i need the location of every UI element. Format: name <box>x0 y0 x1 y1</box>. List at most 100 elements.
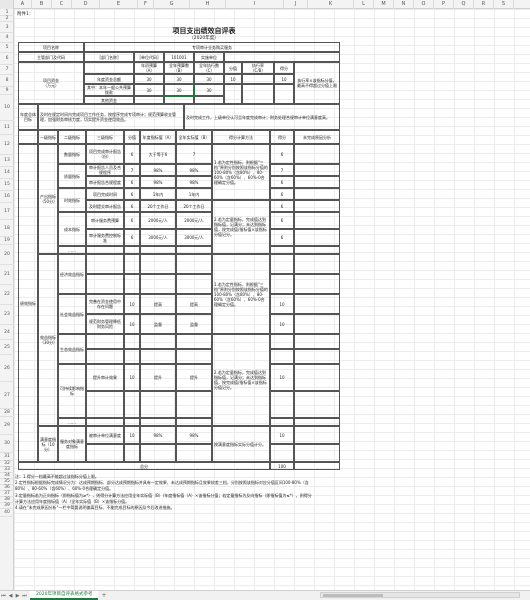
total-score-value[interactable]: 100 <box>270 462 294 470</box>
column-header-n[interactable]: N <box>394 0 414 9</box>
th-actual[interactable]: 全年实际值（B） <box>176 130 212 144</box>
output-dots[interactable]: …… <box>58 246 86 254</box>
r9-score[interactable]: 10 <box>124 314 140 334</box>
sustain-b-score[interactable] <box>124 391 140 418</box>
r3-actual[interactable]: 98% <box>176 176 212 188</box>
goal-actual[interactable]: 及时完成工作，上级单位认可且年度完成审计；财务处理合规审计单位满意度高。 <box>184 104 340 130</box>
env-a[interactable] <box>86 334 124 349</box>
fiscal-c[interactable]: 30 <box>194 84 224 96</box>
method-a[interactable]: 1.若为定性指标，则根据"三档"原则分别按照该指标分值的100-80%（含80%… <box>212 144 270 200</box>
r8-target[interactable]: 提高 <box>140 294 176 314</box>
r4-gain[interactable]: 6 <box>270 188 294 200</box>
row-header-18[interactable]: 18 <box>0 220 14 237</box>
r3-gain[interactable]: 6 <box>270 176 294 188</box>
r7-reason[interactable] <box>294 229 340 246</box>
row-header-19[interactable]: 19 <box>0 237 14 245</box>
row-header-22[interactable]: 22 <box>0 285 14 305</box>
method-e[interactable]: 按满意度指标实际分值计分。 <box>212 426 270 462</box>
social-label[interactable]: 社会效益指标 <box>58 294 86 334</box>
other-label[interactable]: 其他资金 <box>84 96 134 104</box>
fiscal-label[interactable]: 其中：本年一般公共预算拨款 <box>84 84 134 96</box>
benefit-dots-target[interactable] <box>140 418 176 426</box>
econ-a-gain[interactable] <box>270 254 294 274</box>
r2-score[interactable]: 7 <box>124 164 140 176</box>
dept-name[interactable]: [部门名称] <box>84 52 134 62</box>
total-gain[interactable]: 10 <box>274 74 294 84</box>
r3-score[interactable]: 6 <box>124 176 140 188</box>
last-sheet-icon[interactable]: ⏭ <box>21 592 28 600</box>
env-a-actual[interactable] <box>176 334 212 349</box>
r8-score[interactable]: 10 <box>124 294 140 314</box>
col-gain[interactable]: 得分 <box>274 62 294 74</box>
r8-name[interactable]: 完善在资金使用中存在问题 <box>86 294 124 314</box>
funds-blank[interactable] <box>84 62 134 74</box>
column-header-a[interactable]: A <box>14 0 32 9</box>
row-header-17[interactable]: 17 <box>0 203 14 220</box>
r11-reason[interactable] <box>294 426 340 444</box>
dept-code-label[interactable]: [单位代码] <box>134 52 164 62</box>
satisfy-b-reason[interactable] <box>294 444 340 462</box>
row-header-3[interactable]: 3 <box>0 22 14 33</box>
r6-score[interactable]: 6 <box>124 212 140 229</box>
r5-target[interactable]: 20个工作日 <box>140 200 176 212</box>
total-score-label[interactable]: 总分 <box>18 462 270 470</box>
fiscal-a[interactable]: 30 <box>134 84 164 96</box>
select-all-corner[interactable] <box>0 0 14 9</box>
next-sheet-icon[interactable]: ▶ <box>14 592 21 600</box>
row-header-26[interactable]: 26 <box>0 355 14 382</box>
row-header-13[interactable]: 13 <box>0 155 14 167</box>
row-header-29[interactable]: 29 <box>0 417 14 435</box>
env-label[interactable]: 生态效益指标 <box>58 334 86 364</box>
total-label[interactable]: 年度资金总额 <box>84 74 134 84</box>
r5-actual[interactable]: 20个工作日 <box>176 200 212 212</box>
r5-gain[interactable]: 6 <box>270 200 294 212</box>
econ-b-actual[interactable] <box>176 274 212 294</box>
row-header-5[interactable]: 5 <box>0 43 14 53</box>
exec-note[interactable]: 执行率×该指标分值，最高不得超过分值上限 <box>294 62 340 104</box>
fiscal-gain[interactable] <box>274 84 294 104</box>
sheet-tab[interactable]: 2020年项目自评表格式参考 <box>30 591 99 600</box>
column-header-p[interactable]: P <box>434 0 454 9</box>
col-full-budget[interactable]: 全年预算数 （B） <box>164 62 194 74</box>
benefit-dots[interactable]: …… <box>58 418 86 426</box>
r10-gain[interactable]: 10 <box>270 364 294 391</box>
other-b[interactable] <box>164 96 194 104</box>
goal-label[interactable]: 年度总体目标 <box>18 104 38 130</box>
r1-name[interactable]: 项目完成审计报告（份） <box>86 144 124 164</box>
th-reason[interactable]: 未完成原因分析 <box>294 130 340 144</box>
satisfy-label[interactable]: 满意度指标（10分） <box>38 426 58 462</box>
total-score[interactable]: 10 <box>224 74 242 84</box>
r11-target[interactable]: 98% <box>140 426 176 444</box>
benefit-label[interactable]: 效益指标（30分） <box>38 254 58 426</box>
r1-target[interactable]: 大于等于6 <box>140 144 176 164</box>
benefit-dots-reason[interactable] <box>294 418 340 426</box>
r6-name[interactable]: 审计服务费预算 <box>86 212 124 229</box>
r4-name[interactable]: 项目完成时间 <box>86 188 124 200</box>
r11-gain[interactable]: 10 <box>270 426 294 444</box>
col-exec-rate[interactable]: 执行率 （C/B） <box>242 62 274 74</box>
prev-sheet-icon[interactable]: ◀ <box>7 592 14 600</box>
other-c[interactable] <box>194 96 224 104</box>
row-header-7[interactable]: 7 <box>0 65 14 75</box>
qty-label[interactable]: 数量指标 <box>58 144 86 164</box>
fiscal-score[interactable] <box>224 84 242 104</box>
sustain-label[interactable]: 可持续影响指标 <box>58 364 86 418</box>
benefit-dots-gain[interactable] <box>270 418 294 426</box>
project-name[interactable]: 专项审计业务购买服务 <box>84 42 340 52</box>
econ-b-score[interactable] <box>124 274 140 294</box>
r2-gain[interactable]: 7 <box>270 164 294 176</box>
total-rate[interactable] <box>242 74 274 84</box>
r1-reason[interactable] <box>294 144 340 164</box>
output-dots-actual[interactable] <box>176 246 212 254</box>
row-header-6[interactable]: 6 <box>0 53 14 65</box>
env-a-target[interactable] <box>140 334 176 349</box>
r1-score[interactable]: 6 <box>124 144 140 164</box>
output-dots-gain[interactable] <box>270 246 294 254</box>
sustain-b-gain[interactable] <box>270 391 294 418</box>
th-target[interactable]: 年度指标值（A） <box>140 130 176 144</box>
row-header-25[interactable]: 25 <box>0 340 14 355</box>
econ-a[interactable] <box>86 254 124 274</box>
env-b-target[interactable] <box>140 349 176 364</box>
env-a-score[interactable] <box>124 334 140 349</box>
row-header-8[interactable]: 8 <box>0 75 14 87</box>
